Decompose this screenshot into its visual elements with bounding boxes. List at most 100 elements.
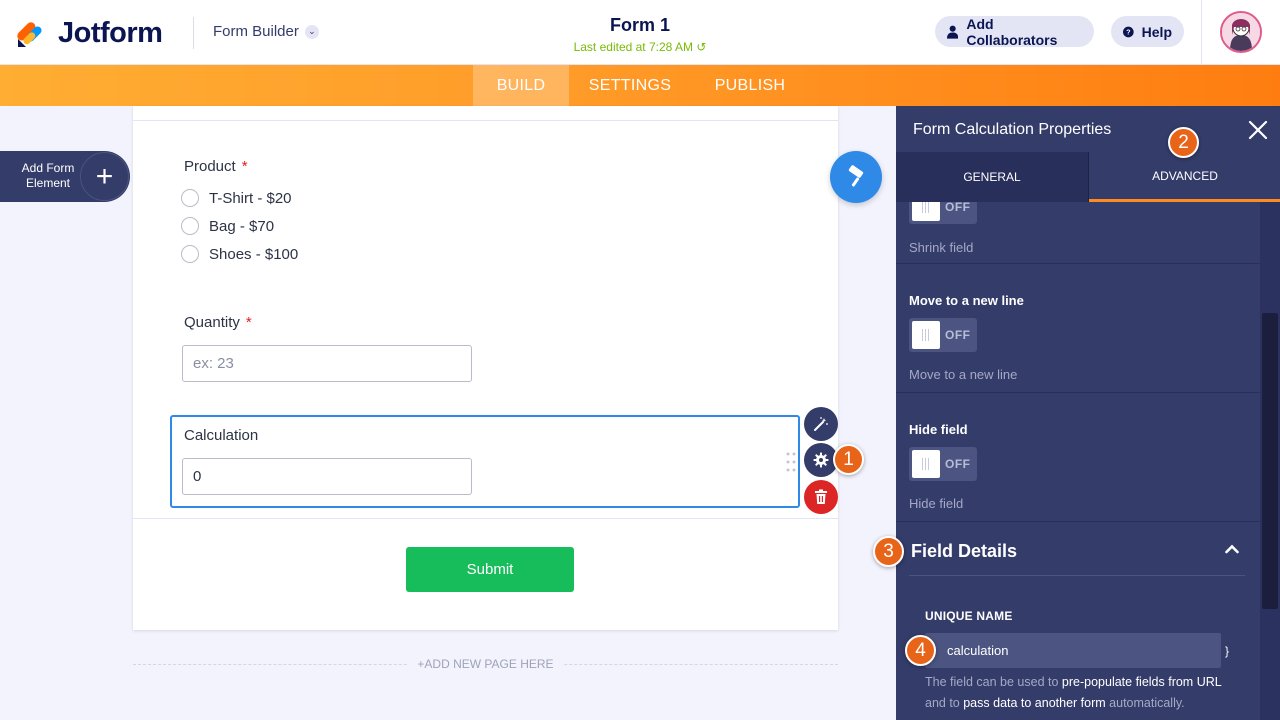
- logo-text: Jotform: [58, 17, 163, 49]
- add-form-element-button[interactable]: Add Form Element +: [0, 151, 130, 202]
- trash-icon: [815, 489, 827, 504]
- toggle-knob: [912, 450, 940, 478]
- tab-general[interactable]: GENERAL: [896, 152, 1088, 202]
- add-collaborators-button[interactable]: Add Collaborators: [935, 15, 1094, 48]
- user-avatar[interactable]: [1220, 11, 1262, 53]
- properties-panel: Form Calculation Properties GENERAL ADVA…: [896, 106, 1280, 720]
- quantity-label-text: Quantity: [184, 314, 240, 331]
- help-icon: ?: [1123, 26, 1134, 37]
- step-badge-2: 2: [1168, 127, 1199, 158]
- radio-button[interactable]: [181, 217, 199, 235]
- unique-name-description: The field can be used to pre-populate fi…: [925, 672, 1245, 714]
- avatar-illustration: [1222, 13, 1260, 51]
- field-details-divider: [909, 575, 1245, 576]
- header-divider: [193, 17, 194, 49]
- shrink-field-toggle[interactable]: OFF: [909, 202, 977, 224]
- form-designer-button[interactable]: [830, 151, 882, 203]
- gear-icon: [813, 452, 829, 468]
- svg-text:?: ?: [1126, 27, 1131, 36]
- hide-field-title: Hide field: [909, 422, 968, 437]
- form-builder-label: Form Builder: [213, 23, 299, 40]
- toggle-knob: [912, 321, 940, 349]
- move-new-line-section: Move to a new line OFF Move to a new lin…: [896, 264, 1260, 393]
- form-builder-dropdown[interactable]: Form Builder ⌄: [213, 23, 319, 40]
- magic-wand-icon: [814, 417, 828, 431]
- help-label: Help: [1141, 23, 1172, 40]
- close-icon[interactable]: [1246, 118, 1270, 142]
- form-title[interactable]: Form 1: [540, 15, 740, 36]
- product-option-label: Shoes - $100: [209, 245, 299, 263]
- panel-tabs: GENERAL ADVANCED: [896, 152, 1280, 202]
- panel-scrollbar-thumb[interactable]: [1262, 313, 1278, 609]
- jotform-logo-icon: [17, 21, 42, 47]
- unique-name-input[interactable]: calculation: [925, 633, 1221, 668]
- add-collaborators-label: Add Collaborators: [966, 15, 1058, 48]
- shrink-field-label: Shrink field: [909, 240, 974, 255]
- desc-highlight-pass-data: pass data to another form: [963, 696, 1106, 710]
- add-new-page-label: +ADD NEW PAGE HERE: [407, 657, 564, 671]
- add-form-element-label: Add Form Element: [14, 161, 82, 191]
- form-canvas: Product * T-Shirt - $20 Bag - $70 Shoes -…: [133, 106, 838, 630]
- move-new-line-toggle[interactable]: OFF: [909, 318, 977, 352]
- chevron-up-icon[interactable]: [1225, 544, 1239, 554]
- step-badge-3: 3: [873, 536, 904, 567]
- panel-title: Form Calculation Properties: [913, 121, 1112, 138]
- product-label-text: Product: [184, 158, 236, 175]
- last-edited-status: Last edited at 7:28 AM ↺: [540, 40, 740, 54]
- move-new-line-title: Move to a new line: [909, 293, 1024, 308]
- step-badge-1: 1: [833, 444, 864, 475]
- card-divider-bottom: [133, 518, 838, 519]
- step-badge-4: 4: [905, 635, 936, 666]
- paint-roller-icon: [848, 165, 864, 187]
- desc-part-5: automatically.: [1105, 696, 1185, 710]
- top-header: Jotform Form Builder ⌄ Form 1 Last edite…: [0, 0, 1280, 65]
- desc-part-3: and to: [925, 696, 964, 710]
- product-label: Product *: [184, 158, 248, 175]
- toggle-state: OFF: [945, 202, 971, 214]
- calculation-input[interactable]: 0: [182, 458, 472, 495]
- unique-name-suffix: }: [1225, 644, 1230, 658]
- radio-button[interactable]: [181, 245, 199, 263]
- toggle-state: OFF: [945, 328, 971, 342]
- shrink-field-section: OFF Shrink field: [896, 202, 1260, 264]
- last-edited-text: Last edited at 7:28 AM: [573, 40, 693, 54]
- undo-history-icon[interactable]: ↺: [696, 40, 706, 54]
- toggle-state: OFF: [945, 457, 971, 471]
- hide-field-desc: Hide field: [909, 496, 964, 511]
- product-option-tshirt[interactable]: T-Shirt - $20: [181, 189, 292, 207]
- card-divider-top: [133, 120, 838, 121]
- builder-nav: BUILD SETTINGS PUBLISH: [0, 65, 1280, 106]
- chevron-down-icon: ⌄: [304, 24, 319, 39]
- header-divider-right: [1201, 0, 1202, 65]
- desc-part-1: The field can be used to: [925, 675, 1062, 689]
- hide-field-section: Hide field OFF Hide field: [896, 393, 1260, 522]
- field-details-heading[interactable]: Field Details: [911, 541, 1017, 562]
- quantity-label: Quantity *: [184, 314, 252, 331]
- drag-handle-icon[interactable]: [786, 451, 796, 473]
- unique-name-label: UNIQUE NAME: [925, 609, 1013, 623]
- radio-button[interactable]: [181, 189, 199, 207]
- add-form-element-line2: Element: [25, 176, 71, 190]
- help-button[interactable]: ? Help: [1111, 16, 1184, 47]
- hide-field-toggle[interactable]: OFF: [909, 447, 977, 481]
- move-new-line-desc: Move to a new line: [909, 367, 1018, 382]
- quantity-input[interactable]: ex: 23: [182, 345, 472, 382]
- user-icon: [947, 25, 959, 39]
- required-marker: *: [241, 158, 248, 175]
- field-wizard-button[interactable]: [804, 407, 838, 441]
- tab-advanced[interactable]: ADVANCED: [1089, 152, 1280, 202]
- plus-icon: +: [80, 152, 129, 201]
- jotform-logo[interactable]: Jotform: [16, 17, 163, 50]
- desc-highlight-prepopulate: pre-populate fields from URL: [1061, 675, 1222, 689]
- delete-field-button[interactable]: [804, 480, 838, 514]
- product-option-bag[interactable]: Bag - $70: [181, 217, 274, 235]
- tab-settings[interactable]: SETTINGS: [580, 65, 680, 106]
- toggle-knob: [912, 202, 940, 221]
- add-new-page-link[interactable]: +ADD NEW PAGE HERE: [133, 657, 838, 671]
- product-option-shoes[interactable]: Shoes - $100: [181, 245, 298, 263]
- tab-build[interactable]: BUILD: [473, 65, 569, 106]
- submit-button[interactable]: Submit: [406, 547, 574, 592]
- required-marker: *: [245, 314, 252, 331]
- calculation-label: Calculation: [184, 427, 259, 444]
- tab-publish[interactable]: PUBLISH: [700, 65, 800, 106]
